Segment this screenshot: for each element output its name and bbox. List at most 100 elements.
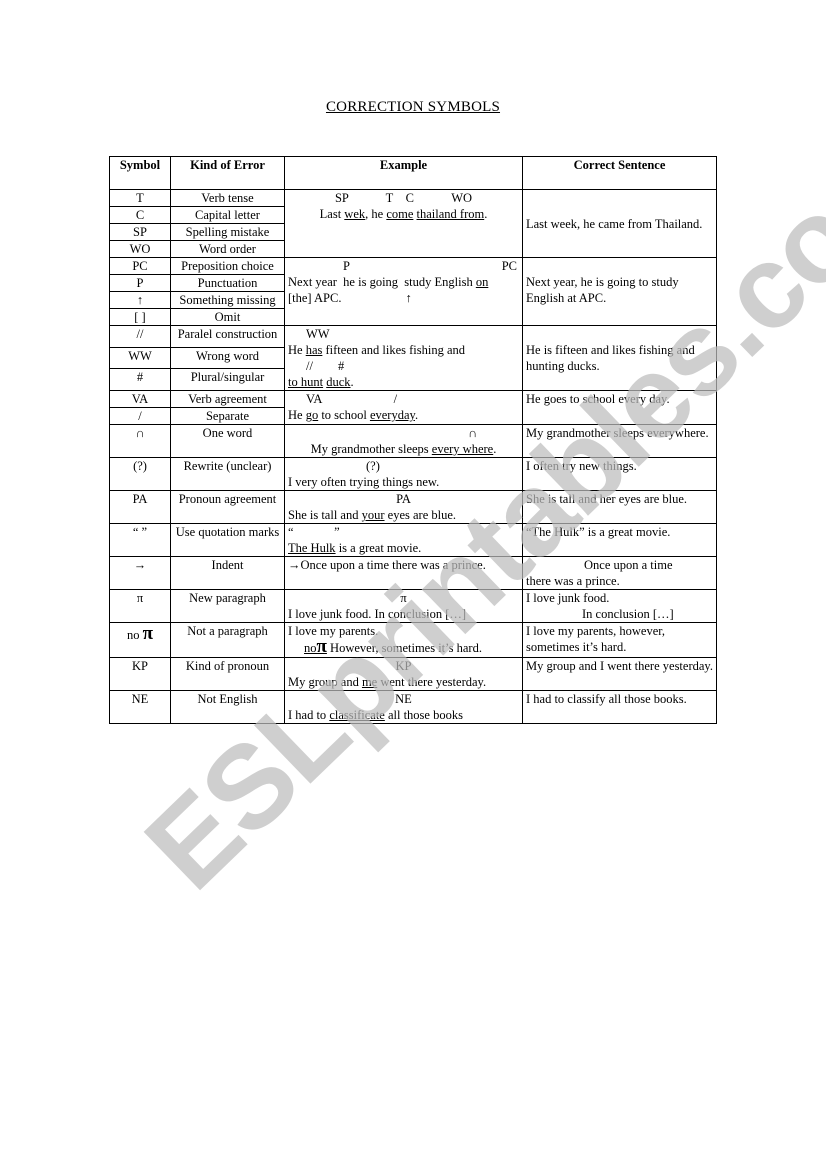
kind-cell: Something missing [170, 291, 285, 309]
error-word: has [305, 343, 323, 357]
error-word: come [386, 207, 414, 221]
error-word: everyday [369, 408, 415, 422]
correction-symbols-table: Symbol Kind of Error Example Correct Sen… [109, 156, 717, 724]
error-marks: SP T C WO [334, 191, 473, 205]
arrow-right-icon: → [109, 556, 171, 590]
example-sentence: Next year he is going study English on [288, 274, 519, 290]
table-row: no π Not a paragraph I love my parents. … [109, 622, 717, 658]
correct-sentence-cell: Once upon a time there was a prince. [522, 556, 717, 590]
text: Once upon a time [584, 558, 673, 572]
header-row: Symbol Kind of Error Example Correct Sen… [109, 156, 717, 190]
table-row: PC Preposition choice P PC Next year he … [109, 257, 717, 326]
text: Next year, he is going to study English … [526, 275, 679, 305]
symbol-cell: # [109, 368, 171, 391]
error-marks: ∩ [467, 426, 477, 440]
error-marks: WW [306, 327, 330, 341]
error-mark: noπ [304, 637, 327, 656]
example-cell: →Once upon a time there was a prince. [284, 556, 523, 590]
text: He is fifteen and likes fishing and hunt… [526, 343, 695, 373]
example-cell: VA / He go to school everyday. [284, 390, 523, 425]
correct-sentence-cell: I had to classify all those books. [522, 690, 717, 724]
pi-icon: π [109, 589, 171, 623]
kind-cell: Rewrite (unclear) [170, 457, 285, 491]
text: My grandmother sleeps [310, 442, 432, 456]
error-word: The Hulk [288, 541, 336, 555]
table-row: KP Kind of pronoun KP My group and me we… [109, 657, 717, 691]
error-marks: // # [306, 359, 345, 373]
mark: PC [501, 259, 517, 273]
header-symbol: Symbol [109, 156, 171, 190]
kind-cell: Plural/singular [170, 368, 285, 391]
header-example: Example [284, 156, 523, 190]
example-sentence: [the] APC. ↑ [288, 290, 519, 306]
kind-cell: Omit [170, 308, 285, 326]
text: is a great movie. [335, 541, 422, 555]
kind-cell: Paralel construction [170, 325, 285, 348]
text: Last [319, 207, 345, 221]
example-sentence: noπ However, sometimes it’s hard. [288, 637, 519, 657]
pi-icon: π [400, 591, 407, 605]
table-row: ∩ One word ∩ My grandmother sleeps every… [109, 424, 717, 458]
error-marks: VA / [306, 392, 398, 406]
example-cell: (?) I very often trying things new. [284, 457, 523, 491]
error-marks: PA [396, 492, 411, 506]
table-row: → Indent →Once upon a time there was a p… [109, 556, 717, 590]
correct-sentence-cell: I love my parents, however, sometimes it… [522, 622, 717, 658]
example-sentence: She is tall and your eyes are blue. [288, 507, 519, 523]
table-row: “ ” Use quotation marks “ ” The Hulk is … [109, 523, 717, 557]
example-cell: “ ” The Hulk is a great movie. [284, 523, 523, 557]
kind-cell: Verb agreement [170, 390, 285, 408]
kind-cell: Capital letter [170, 206, 285, 224]
text: I love junk food. [526, 591, 610, 605]
example-sentence: I had to classificate all those books [288, 707, 519, 723]
error-word: classificate [329, 708, 385, 722]
text: . [484, 207, 488, 221]
text: My group and [288, 675, 362, 689]
example-cell: NE I had to classificate all those books [284, 690, 523, 724]
symbol-cell: // [109, 325, 171, 348]
error-word: your [361, 508, 385, 522]
example-sentence: Last wek, he come thailand from. [288, 206, 519, 222]
kind-cell: Not a paragraph [170, 622, 285, 658]
table-row: (?) Rewrite (unclear) (?) I very often t… [109, 457, 717, 491]
text: eyes are blue. [384, 508, 457, 522]
correct-sentence-cell: Next year, he is going to study English … [522, 257, 717, 326]
text: fifteen and likes fishing and [322, 343, 466, 357]
error-word: duck [326, 375, 351, 389]
pi-icon: π [316, 636, 327, 657]
correct-sentence-cell: He goes to school every day. [522, 390, 717, 425]
text: , he [365, 207, 387, 221]
symbol-cell: no π [109, 622, 171, 658]
example-sentence: I very often trying things new. [288, 475, 440, 489]
correct-sentence-cell: Last week, he came from Thailand. [522, 189, 717, 258]
kind-cell: Wrong word [170, 346, 285, 370]
text: . [350, 375, 354, 389]
text: no [126, 628, 143, 642]
error-marks: (?) [366, 459, 380, 473]
quotation-marks-icon: “ ” [109, 523, 171, 557]
symbol-cell: T [109, 189, 171, 207]
text: to school [318, 408, 370, 422]
arrow-up-icon: ↑ [405, 291, 412, 305]
symbol-cell: WO [109, 240, 171, 258]
example-sentence: to hunt duck. [288, 374, 519, 390]
table-row: T Verb tense SP T C WO Last wek, he come… [109, 189, 717, 258]
error-word: to hunt [288, 375, 324, 389]
correct-sentence-cell: She is tall and her eyes are blue. [522, 490, 717, 524]
example-sentence: My group and me went there yesterday. [288, 674, 519, 690]
kind-cell: Use quotation marks [170, 523, 285, 557]
symbol-cell: KP [109, 657, 171, 691]
kind-cell: Kind of pronoun [170, 657, 285, 691]
text: . [414, 408, 419, 422]
table-row: PA Pronoun agreement PA She is tall and … [109, 490, 717, 524]
text: However, sometimes it’s hard. [326, 641, 482, 655]
text: there was a prince. [526, 574, 620, 588]
kind-cell: Indent [170, 556, 285, 590]
text: no [304, 641, 317, 655]
error-marks: KP [395, 659, 412, 673]
text: He [288, 408, 306, 422]
error-word: on [475, 275, 489, 289]
error-word: wek [344, 207, 366, 221]
example-cell: SP T C WO Last wek, he come thailand fro… [284, 189, 523, 258]
text: . [493, 442, 497, 456]
